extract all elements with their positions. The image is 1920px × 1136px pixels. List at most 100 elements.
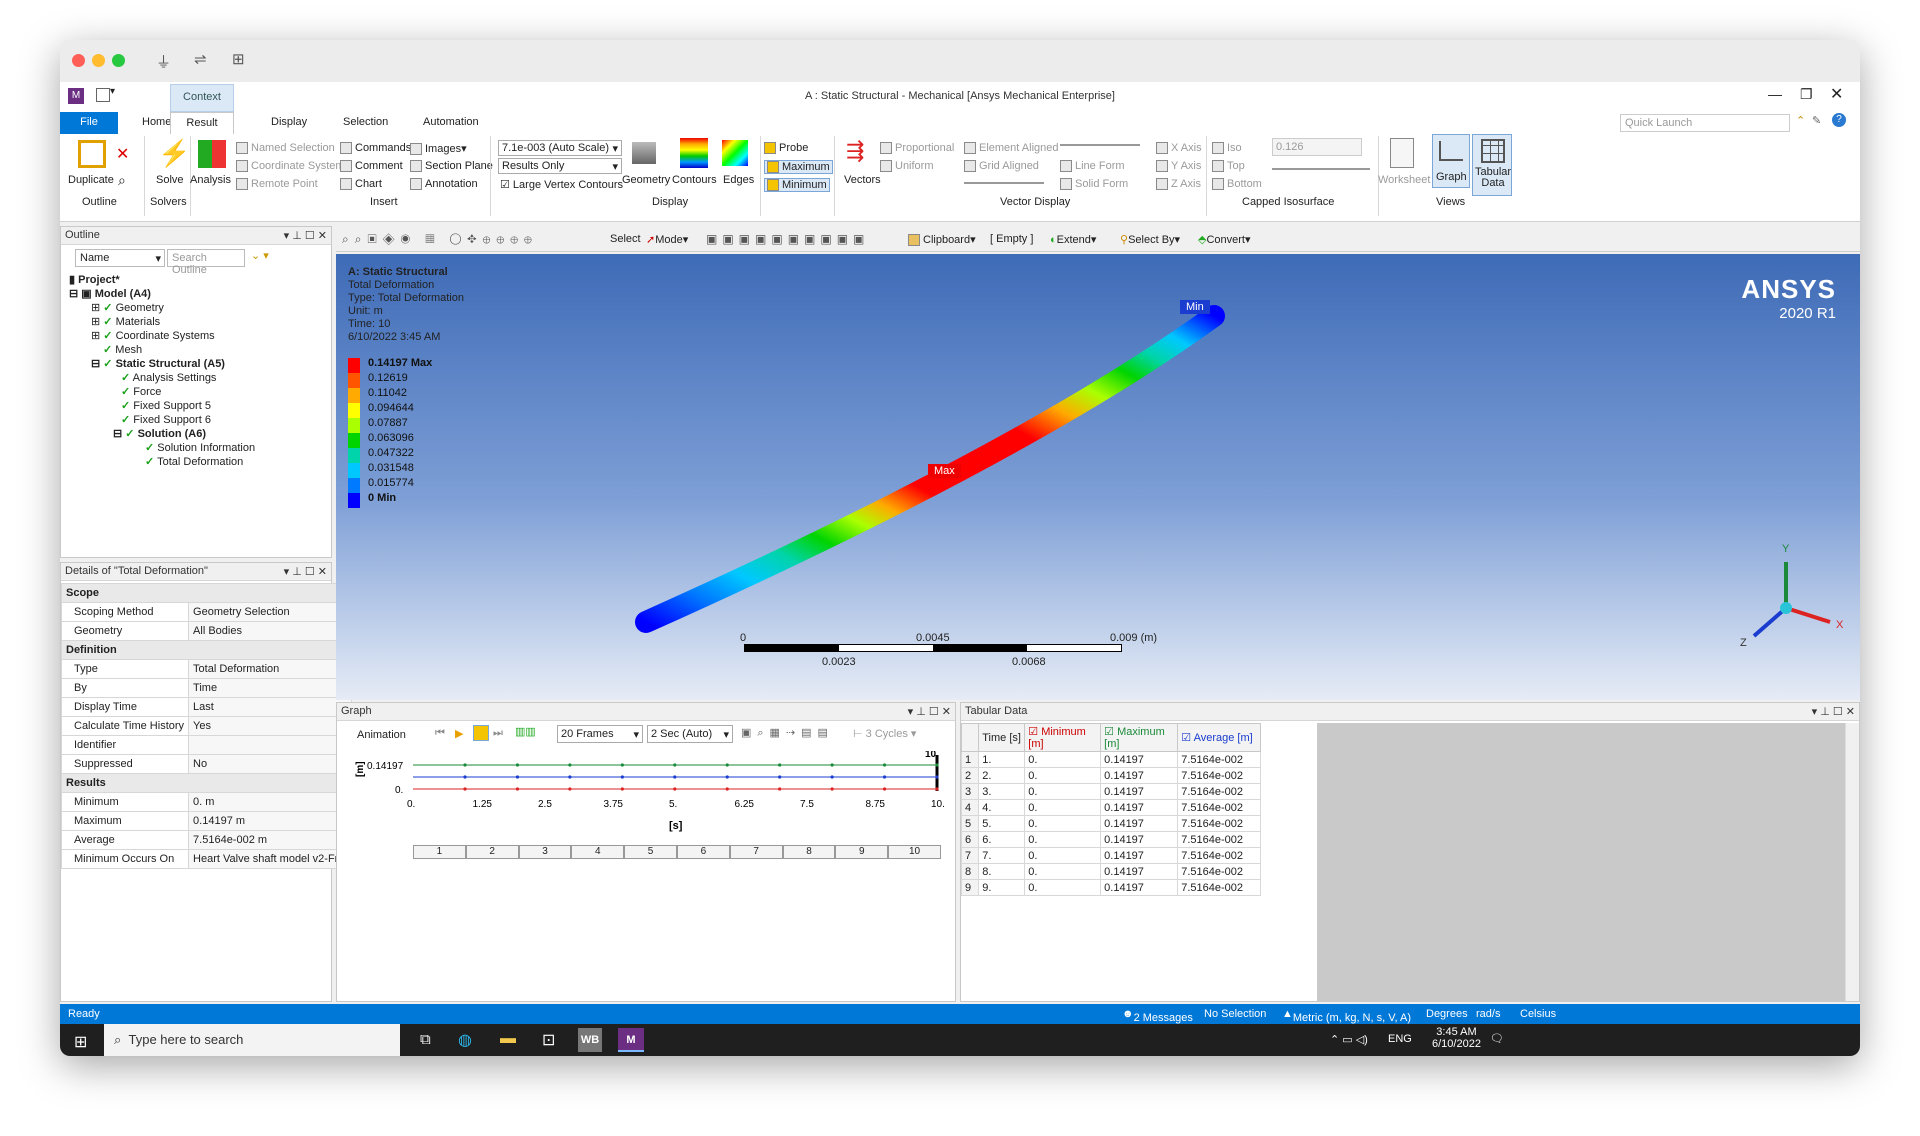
proportional-button[interactable]: Proportional [880,142,954,155]
details-row[interactable]: Geometry All Bodies [60,621,352,641]
table-row[interactable]: 1 1. 0. 0.14197 7.5164e-002 [960,751,1261,768]
tree-item-coordinate-systems[interactable]: ⊞ ✓ Coordinate Systems [91,329,215,342]
uniform-button[interactable]: Uniform [880,160,934,173]
frames-select[interactable]: 20 Frames ▾ [557,725,643,743]
tree-item-force[interactable]: ✓ Force [121,385,161,398]
iso-slider[interactable] [1272,168,1370,170]
first-frame-icon[interactable]: ⏮ [435,727,445,740]
network-icon[interactable]: ⊞ [232,50,245,68]
plug-icon[interactable]: ⏚ [156,51,171,72]
filter-chevron-icon[interactable]: ⌄ ▾ [251,249,269,262]
frame-cell[interactable]: 5 [624,845,677,859]
search-icon[interactable]: ⌕ [118,172,126,189]
time-column-header[interactable]: Time [s] [978,723,1026,752]
empty-clipboard-label[interactable]: [ Empty ] [990,233,1033,245]
line-form-button[interactable]: Line Form [1060,160,1125,173]
named-selection-button[interactable]: Named Selection [236,142,335,155]
comment-button[interactable]: Comment [340,160,403,173]
edge-icon[interactable]: ◍ [458,1030,472,1050]
tree-item-model[interactable]: ⊟ ▣ Model (A4) [69,287,151,300]
table-row[interactable]: 7 7. 0. 0.14197 7.5164e-002 [960,847,1261,864]
duration-select[interactable]: 2 Sec (Auto) ▾ [647,725,733,743]
workbench-app-icon[interactable]: WB [578,1028,602,1052]
contours-icon[interactable] [680,138,708,168]
rads-menu[interactable]: rad/s [1476,1008,1500,1020]
contours-button[interactable]: Contours [672,174,717,186]
vectors-button[interactable]: Vectors [844,174,881,186]
play-icon[interactable]: ▶ [455,727,463,740]
quick-launch-input[interactable]: Quick Launch [1620,114,1790,132]
store-icon[interactable]: ⊡ [542,1030,555,1050]
frame-cell[interactable]: 6 [676,845,730,859]
table-row[interactable]: 8 8. 0. 0.14197 7.5164e-002 [960,863,1261,880]
windows-start-icon[interactable]: ⊞ [74,1032,87,1052]
bottom-button[interactable]: Bottom [1212,178,1262,191]
table-row[interactable]: 9 9. 0. 0.14197 7.5164e-002 [960,879,1261,896]
average-column-header[interactable]: ☑ Average [m] [1177,723,1261,752]
commands-button[interactable]: Commands [340,142,411,155]
tabular-data-button[interactable]: Tabular Data [1472,134,1512,196]
help-icon[interactable]: ? [1832,113,1846,127]
details-section[interactable]: Definition [61,640,352,660]
section-plane-button[interactable]: Section Plane [410,160,493,173]
frame-cell[interactable]: 10 [888,845,941,859]
images-button[interactable]: Images▾ [410,142,467,156]
last-frame-icon[interactable]: ⏭ [493,727,503,740]
table-row[interactable]: 6 6. 0. 0.14197 7.5164e-002 [960,831,1261,848]
details-value[interactable]: No [188,754,352,774]
degrees-menu[interactable]: Degrees [1426,1008,1468,1020]
details-row[interactable]: By Time [60,678,352,698]
select-by-button[interactable]: ⚲Select By▾ [1120,233,1180,246]
taskbar-search[interactable]: ⌕ Type here to search [104,1024,400,1056]
notifications-icon[interactable]: 🗨 [1490,1032,1504,1045]
stop-icon[interactable] [473,725,489,741]
axis-triad[interactable]: Y X Z [1736,540,1846,650]
edges-button[interactable]: Edges [723,174,754,186]
details-row[interactable]: Calculate Time History Yes [60,716,352,736]
vector-density-slider[interactable] [1060,144,1140,146]
clock[interactable]: 3:45 AM 6/10/2022 [1432,1026,1481,1050]
tree-item-materials[interactable]: ⊞ ✓ Materials [91,315,160,328]
frame-cell[interactable]: 1 [413,845,466,859]
language-indicator[interactable]: ENG [1388,1033,1412,1045]
restore-icon[interactable]: ❐ [1800,86,1813,103]
annotation-button[interactable]: Annotation [410,178,478,191]
graph-button[interactable]: Graph [1432,134,1470,188]
minimum-button[interactable]: Minimum [764,178,830,193]
details-row[interactable]: Identifier [60,735,352,755]
details-value[interactable]: Yes [188,716,352,736]
details-section[interactable]: Scope [61,583,352,603]
tab-display[interactable]: Display [271,116,307,128]
min-tag[interactable]: Min [1180,300,1210,314]
details-row[interactable]: Average 7.5164e-002 m [60,830,352,850]
tab-result[interactable]: Result [170,112,234,134]
analysis-button[interactable]: Analysis [190,174,231,186]
mode-button[interactable]: ➚Mode▾ [646,233,688,246]
usb-icon[interactable]: ⇌ [194,50,207,68]
edit-icon[interactable]: ✎ [1812,114,1821,127]
view-tools-icons[interactable]: ⌕⌕▣◈◉ ▦ ◯✥⊕⊕⊕⊕ [342,232,538,247]
details-row[interactable]: Suppressed No [60,754,352,774]
minimize-icon[interactable]: — [1768,86,1782,102]
top-button[interactable]: Top [1212,160,1245,173]
tree-item-fixed-support-5[interactable]: ✓ Fixed Support 5 [121,399,211,412]
convert-button[interactable]: ⬘Convert▾ [1198,233,1251,246]
worksheet-icon[interactable] [1390,138,1414,168]
x-axis-button[interactable]: X Axis [1156,142,1202,155]
close-dot[interactable] [72,54,85,67]
export-icons[interactable]: ▣⌕▦⇢▤▤ [741,726,834,740]
max-tag[interactable]: Max [928,464,961,478]
details-value[interactable] [188,735,352,755]
close-icon[interactable]: ✕ [1830,84,1843,104]
probe-button[interactable]: Probe [764,142,808,155]
table-row[interactable]: 3 3. 0. 0.14197 7.5164e-002 [960,783,1261,800]
cycles-select[interactable]: ⊢ 3 Cycles ▾ [853,727,916,740]
iso-button[interactable]: Iso [1212,142,1242,155]
edges-icon[interactable] [722,140,748,166]
details-row[interactable]: Scoping Method Geometry Selection [60,602,352,622]
tree-item-geometry[interactable]: ⊞ ✓ Geometry [91,301,164,314]
frame-cell[interactable]: 4 [571,845,625,859]
zoom-dot[interactable] [112,54,125,67]
solve-icon[interactable]: ⚡ [158,138,190,169]
frame-cell[interactable]: 9 [835,845,889,859]
